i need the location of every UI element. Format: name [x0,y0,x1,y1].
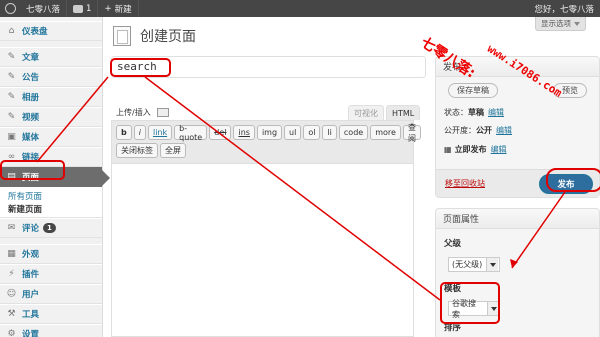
watermark-line2: www.i7086.com [484,42,565,100]
arrow-publish [511,191,566,269]
watermark: 七零八落: www.i7086.com [418,4,578,124]
arrow-title-to-template [144,76,441,301]
arrow-title-to-pages [36,76,109,163]
